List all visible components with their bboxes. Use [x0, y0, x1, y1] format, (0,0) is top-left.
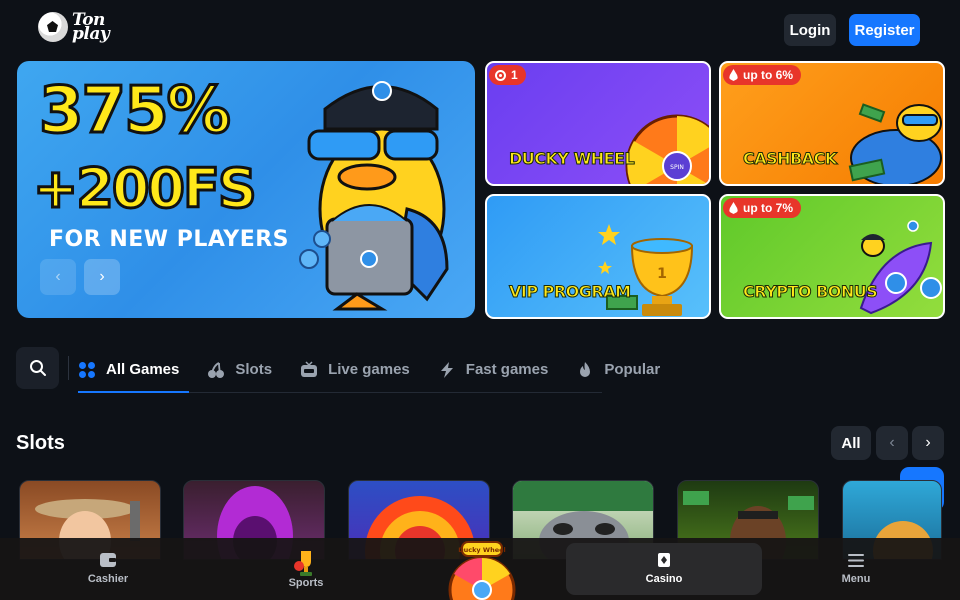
- nav-casino[interactable]: Casino: [566, 543, 762, 595]
- tab-slots[interactable]: Slots: [207, 347, 282, 392]
- live-tv-icon: [301, 360, 318, 377]
- slots-prev-button[interactable]: ‹: [876, 426, 908, 460]
- search-icon: [29, 360, 46, 376]
- nav-sports[interactable]: Sports: [266, 538, 346, 600]
- logo-text: Ton play: [72, 10, 110, 44]
- wallet-icon: [100, 553, 116, 567]
- hero-headline: 375%: [38, 74, 233, 148]
- wheel-fab-label: Ducky Wheel: [458, 546, 506, 554]
- tab-popular[interactable]: Popular: [576, 347, 670, 392]
- promo-title: VIP PROGRAM: [509, 282, 632, 302]
- nav-label: Menu: [841, 572, 871, 585]
- flame-icon: [729, 202, 738, 214]
- register-button[interactable]: Register: [849, 14, 920, 46]
- tab-label: Slots: [235, 361, 273, 378]
- promo-title: CRYPTO BONUS: [742, 282, 878, 302]
- promo-vip-program[interactable]: 1 VIP PROGRAM: [485, 194, 711, 319]
- wheel-hub: [472, 580, 492, 600]
- hero-next-button[interactable]: ›: [84, 259, 120, 295]
- chevron-right-icon: ›: [99, 268, 105, 285]
- cherries-icon: [208, 361, 225, 378]
- search-button[interactable]: [16, 347, 59, 389]
- tab-live-games[interactable]: Live games: [300, 347, 420, 392]
- promo-cashback[interactable]: up to 6% CASHBACK: [719, 61, 945, 186]
- nav-menu[interactable]: Menu: [816, 538, 896, 600]
- promo-crypto-bonus[interactable]: up to 7% CRYPTO BONUS: [719, 194, 945, 319]
- prize-wheel-illustration: SPIN: [625, 114, 709, 184]
- chevron-left-icon: ‹: [55, 268, 61, 285]
- wheel-spin-label: SPIN: [670, 164, 684, 171]
- hero-prev-button[interactable]: ‹: [40, 259, 76, 295]
- tab-all-games[interactable]: All Games: [78, 347, 190, 393]
- chevron-left-icon: ‹: [889, 434, 895, 451]
- flame-icon: [580, 361, 591, 377]
- tab-label: Popular: [604, 361, 661, 378]
- tab-fast-games[interactable]: Fast games: [438, 347, 559, 392]
- top-header: Ton play Login Register: [0, 0, 960, 60]
- hero-banner[interactable]: 375% +200FS FOR NEW PLAYERS ‹ ›: [17, 61, 475, 318]
- cards-icon: [658, 553, 670, 567]
- trophy-icon: [294, 551, 312, 576]
- cup-number: 1: [657, 266, 667, 282]
- nav-label: Cashier: [87, 573, 129, 585]
- promo-badge: up to 6%: [723, 65, 801, 85]
- rocket-duck-illustration: [859, 220, 942, 315]
- nav-label: Sports: [288, 577, 324, 589]
- tab-label: Live games: [328, 361, 410, 378]
- logo[interactable]: Ton play: [38, 10, 114, 44]
- chevron-right-icon: ›: [925, 434, 931, 451]
- login-button[interactable]: Login: [784, 14, 836, 46]
- record-icon: [495, 69, 506, 81]
- trophy-illustration: 1: [598, 224, 694, 316]
- soccer-ball-icon: [38, 12, 68, 42]
- hero-tagline: FOR NEW PLAYERS: [49, 227, 290, 252]
- flame-icon: [729, 69, 738, 81]
- tab-label: Fast games: [465, 361, 549, 378]
- category-tabs: All Games Slots Live games Fast games Po…: [78, 347, 660, 393]
- nav-label: Casino: [645, 573, 683, 585]
- nav-cashier[interactable]: Cashier: [68, 538, 148, 600]
- duck-mascot-illustration: [299, 81, 449, 311]
- promo-title: CASHBACK: [743, 149, 838, 169]
- promo-badge: 1: [489, 65, 526, 85]
- divider: [68, 356, 69, 380]
- hero-subheadline: +200FS: [32, 157, 259, 220]
- promo-badge: up to 7%: [723, 198, 801, 218]
- slots-next-button[interactable]: ›: [912, 426, 944, 460]
- hamburger-icon: [848, 553, 864, 567]
- section-title: Slots: [16, 432, 65, 454]
- promo-ducky-wheel[interactable]: 1 SPIN DUCKY WHEEL: [485, 61, 711, 186]
- lightning-icon: [440, 361, 453, 378]
- grid-icon: [79, 361, 95, 378]
- tab-label: All Games: [106, 361, 180, 378]
- promo-title: DUCKY WHEEL: [508, 149, 635, 169]
- view-all-button[interactable]: All: [831, 426, 871, 460]
- ducky-wheel-button[interactable]: Ducky Wheel: [448, 540, 516, 600]
- cashback-duck-illustration: [848, 103, 942, 184]
